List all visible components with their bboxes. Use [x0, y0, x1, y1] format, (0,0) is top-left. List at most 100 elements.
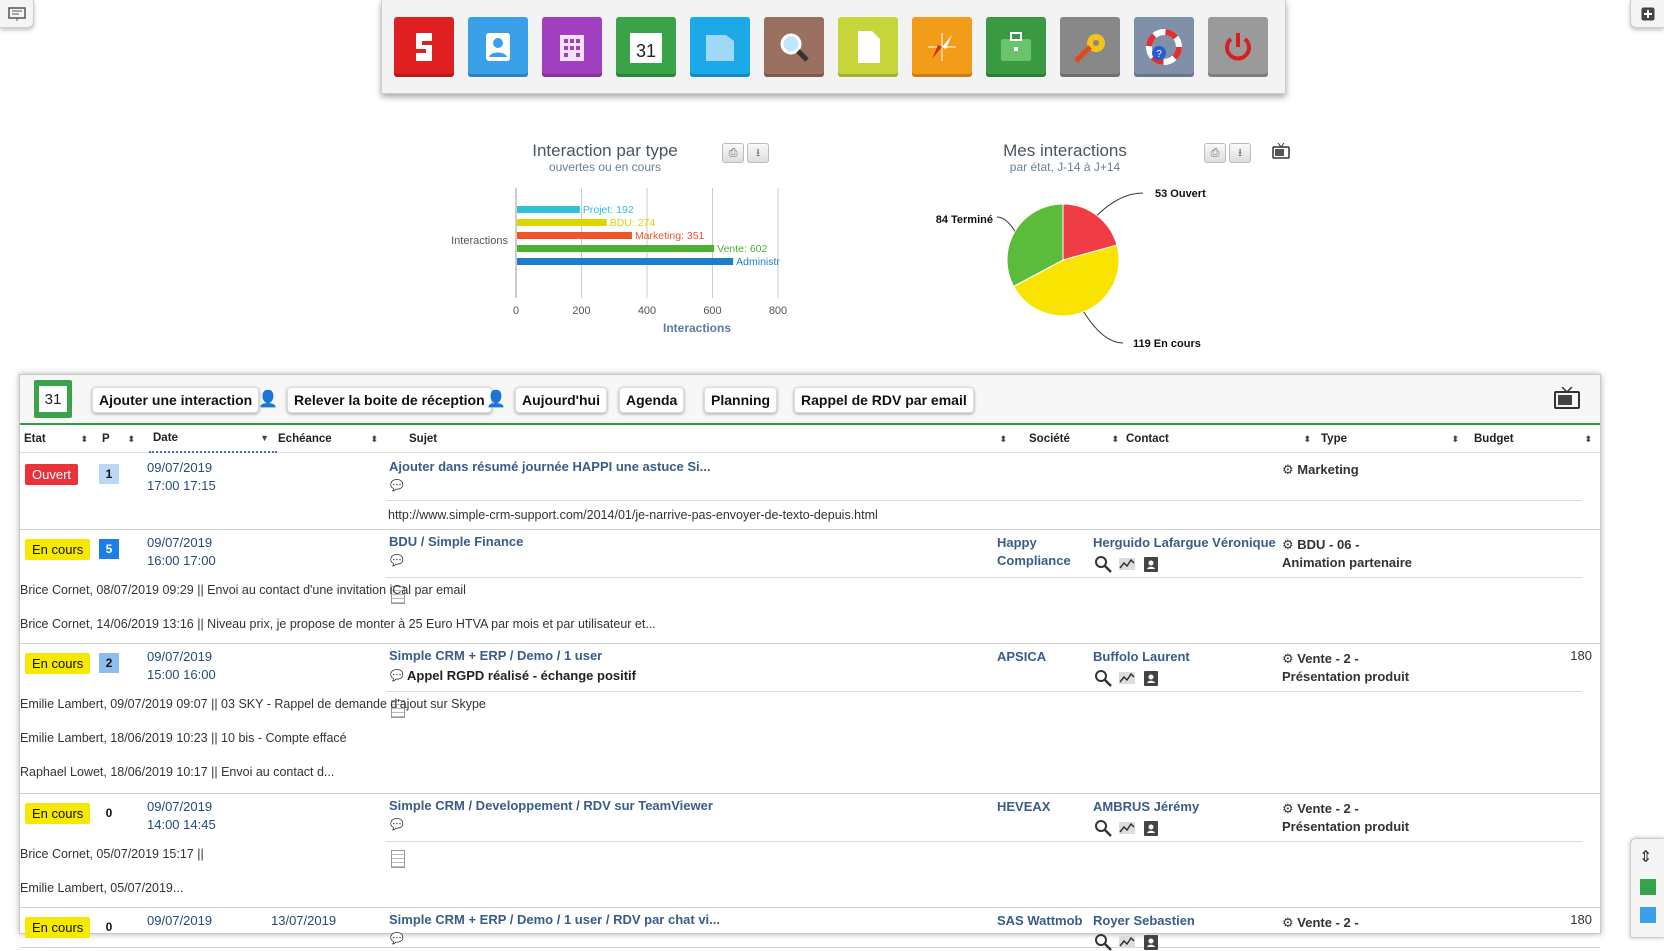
- download-icon: ⭳: [756, 146, 760, 159]
- person-filter-icon[interactable]: 👤: [486, 389, 506, 409]
- comment-icon[interactable]: 💬: [390, 932, 404, 945]
- activity-chart-icon[interactable]: [1118, 669, 1136, 687]
- priority-badge: 2: [99, 653, 119, 673]
- briefcase-app-button[interactable]: [986, 16, 1046, 77]
- presentation-toggle[interactable]: [0, 0, 34, 28]
- company-link[interactable]: APSICA: [997, 648, 1046, 666]
- document-icon[interactable]: [391, 850, 405, 868]
- help-app-button[interactable]: ?: [1134, 16, 1194, 77]
- contacts-shortcut-icon[interactable]: [1640, 907, 1656, 923]
- slice-label: 84 Terminé: [936, 214, 993, 226]
- company-link[interactable]: Happy Compliance: [997, 534, 1071, 570]
- search-icon[interactable]: [1094, 933, 1112, 951]
- search-icon[interactable]: [1094, 669, 1112, 687]
- interaction-subject-link[interactable]: Simple CRM / Developpement / RDV sur Tea…: [389, 798, 713, 813]
- search-app-button[interactable]: [764, 16, 824, 77]
- note-text: Brice Cornet, 08/07/2019 09:29 || Envoi …: [20, 583, 466, 597]
- simple-crm-app-button[interactable]: [394, 16, 454, 77]
- calendar-icon: 31: [630, 32, 662, 63]
- tv-mode-button[interactable]: [1272, 142, 1290, 164]
- comment-icon[interactable]: 💬: [390, 479, 404, 492]
- add-widget-button[interactable]: [1630, 0, 1664, 28]
- table-row[interactable]: En cours 0 09/07/2019 14:00 14:45 Simple …: [20, 794, 1600, 908]
- leader-line: [1096, 192, 1144, 216]
- status-badge: En cours: [25, 803, 91, 824]
- documents-app-button[interactable]: [690, 16, 750, 77]
- contact-card-icon[interactable]: [1142, 819, 1160, 837]
- interaction-subject-link[interactable]: Simple CRM + ERP / Demo / 1 user / RDV p…: [389, 912, 720, 927]
- search-icon[interactable]: [1094, 555, 1112, 573]
- table-row[interactable]: En cours 0 09/07/2019 13/07/2019 Simple …: [20, 908, 1600, 951]
- column-budget[interactable]: Budget ⬍: [1470, 425, 1600, 453]
- note-text: Emilie Lambert, 18/06/2019 10:23 || 10 b…: [20, 731, 347, 745]
- interaction-subject-link[interactable]: Simple CRM + ERP / Demo / 1 user: [389, 648, 602, 663]
- bar-chart-download-button[interactable]: ⭳: [747, 143, 769, 163]
- power-app-button[interactable]: [1208, 16, 1268, 77]
- activity-chart-icon[interactable]: [1118, 819, 1136, 837]
- column-contact[interactable]: Contact ⬍: [1122, 425, 1319, 453]
- contacts-icon: [486, 32, 510, 61]
- sort-icon: ⬍: [80, 433, 88, 444]
- comment-icon[interactable]: 💬: [390, 818, 404, 831]
- pie-chart-print-button[interactable]: ⎙: [1204, 143, 1226, 163]
- priority-badge: 0: [105, 806, 113, 820]
- bar-marketing: [517, 232, 632, 239]
- comment-icon[interactable]: 💬: [390, 669, 404, 682]
- table-row[interactable]: Ouvert 1 09/07/2019 17:00 17:15 Ajouter d…: [20, 455, 1600, 530]
- today-button[interactable]: Aujourd'hui: [515, 387, 607, 413]
- person-filter-icon[interactable]: 👤: [258, 389, 278, 409]
- table-row[interactable]: En cours 2 09/07/2019 15:00 16:00 Simple …: [20, 644, 1600, 794]
- settings-icon: [1074, 33, 1105, 63]
- column-type[interactable]: Type ⬍: [1317, 425, 1467, 453]
- app-launcher: 31?: [381, 0, 1286, 94]
- contact-card-icon[interactable]: [1142, 555, 1160, 573]
- expand-icon[interactable]: ⇕: [1639, 847, 1652, 867]
- column-societe[interactable]: Société ⬍: [1025, 425, 1127, 453]
- contact-link[interactable]: Herguido Lafargue Véronique: [1093, 534, 1276, 552]
- x-tick-label: 0: [513, 305, 519, 317]
- interaction-type: ⚙ Vente - 2 - Présentation produit: [1282, 801, 1410, 834]
- add-interaction-button[interactable]: Ajouter une interaction: [92, 387, 260, 413]
- company-link[interactable]: SAS Wattmob: [997, 912, 1082, 930]
- activity-chart-icon[interactable]: [1118, 555, 1136, 573]
- companies-icon: [560, 34, 584, 61]
- calendar-app-button[interactable]: 31: [616, 16, 676, 77]
- column-priority[interactable]: P ⬍: [98, 425, 143, 453]
- notes-app-button[interactable]: [838, 16, 898, 77]
- contact-actions: [1094, 555, 1160, 573]
- contact-card-icon[interactable]: [1142, 933, 1160, 951]
- column-date[interactable]: Date ▼: [149, 425, 277, 453]
- comment-icon[interactable]: 💬: [390, 554, 404, 567]
- companies-app-button[interactable]: [542, 16, 602, 77]
- interaction-subject-link[interactable]: BDU / Simple Finance: [389, 534, 523, 549]
- check-inbox-button[interactable]: Relever la boite de réception: [287, 387, 492, 413]
- column-etat[interactable]: Etat ⬍: [20, 425, 96, 453]
- contacts-app-button[interactable]: [468, 16, 528, 77]
- contact-card-icon[interactable]: [1142, 669, 1160, 687]
- contact-link[interactable]: Royer Sebastien: [1093, 912, 1195, 930]
- status-badge: En cours: [25, 917, 91, 938]
- agenda-button[interactable]: Agenda: [619, 387, 685, 413]
- help-icon: ?: [1146, 28, 1182, 65]
- briefcase-icon: [1001, 31, 1031, 61]
- pie-chart-download-button[interactable]: ⭳: [1229, 143, 1251, 163]
- bar-chart-print-button[interactable]: ⎙: [722, 143, 744, 163]
- interaction-subject-link[interactable]: Ajouter dans résumé journée HAPPI une as…: [389, 459, 710, 474]
- note-text: Emilie Lambert, 09/07/2019 09:07 || 03 S…: [20, 697, 486, 711]
- settings-app-button[interactable]: [1060, 16, 1120, 77]
- compass-app-button[interactable]: [912, 16, 972, 77]
- search-icon[interactable]: [1094, 819, 1112, 837]
- column-echeance[interactable]: Echéance ⬍: [274, 425, 386, 453]
- activity-chart-icon[interactable]: [1118, 933, 1136, 951]
- planning-button[interactable]: Planning: [704, 387, 778, 413]
- column-sujet[interactable]: Sujet ⬍: [405, 425, 1015, 453]
- tv-mode-button[interactable]: [1554, 386, 1580, 414]
- calendar-icon[interactable]: 31: [34, 380, 72, 418]
- table-row[interactable]: En cours 5 09/07/2019 16:00 17:00 BDU / S…: [20, 530, 1600, 644]
- calendar-shortcut-icon[interactable]: [1640, 879, 1656, 895]
- x-tick-label: 800: [769, 305, 787, 317]
- company-link[interactable]: HEVEAX: [997, 798, 1050, 816]
- contact-link[interactable]: Buffolo Laurent: [1093, 648, 1190, 666]
- email-reminder-button[interactable]: Rappel de RDV par email: [794, 387, 974, 413]
- contact-link[interactable]: AMBRUS Jérémy: [1093, 798, 1199, 816]
